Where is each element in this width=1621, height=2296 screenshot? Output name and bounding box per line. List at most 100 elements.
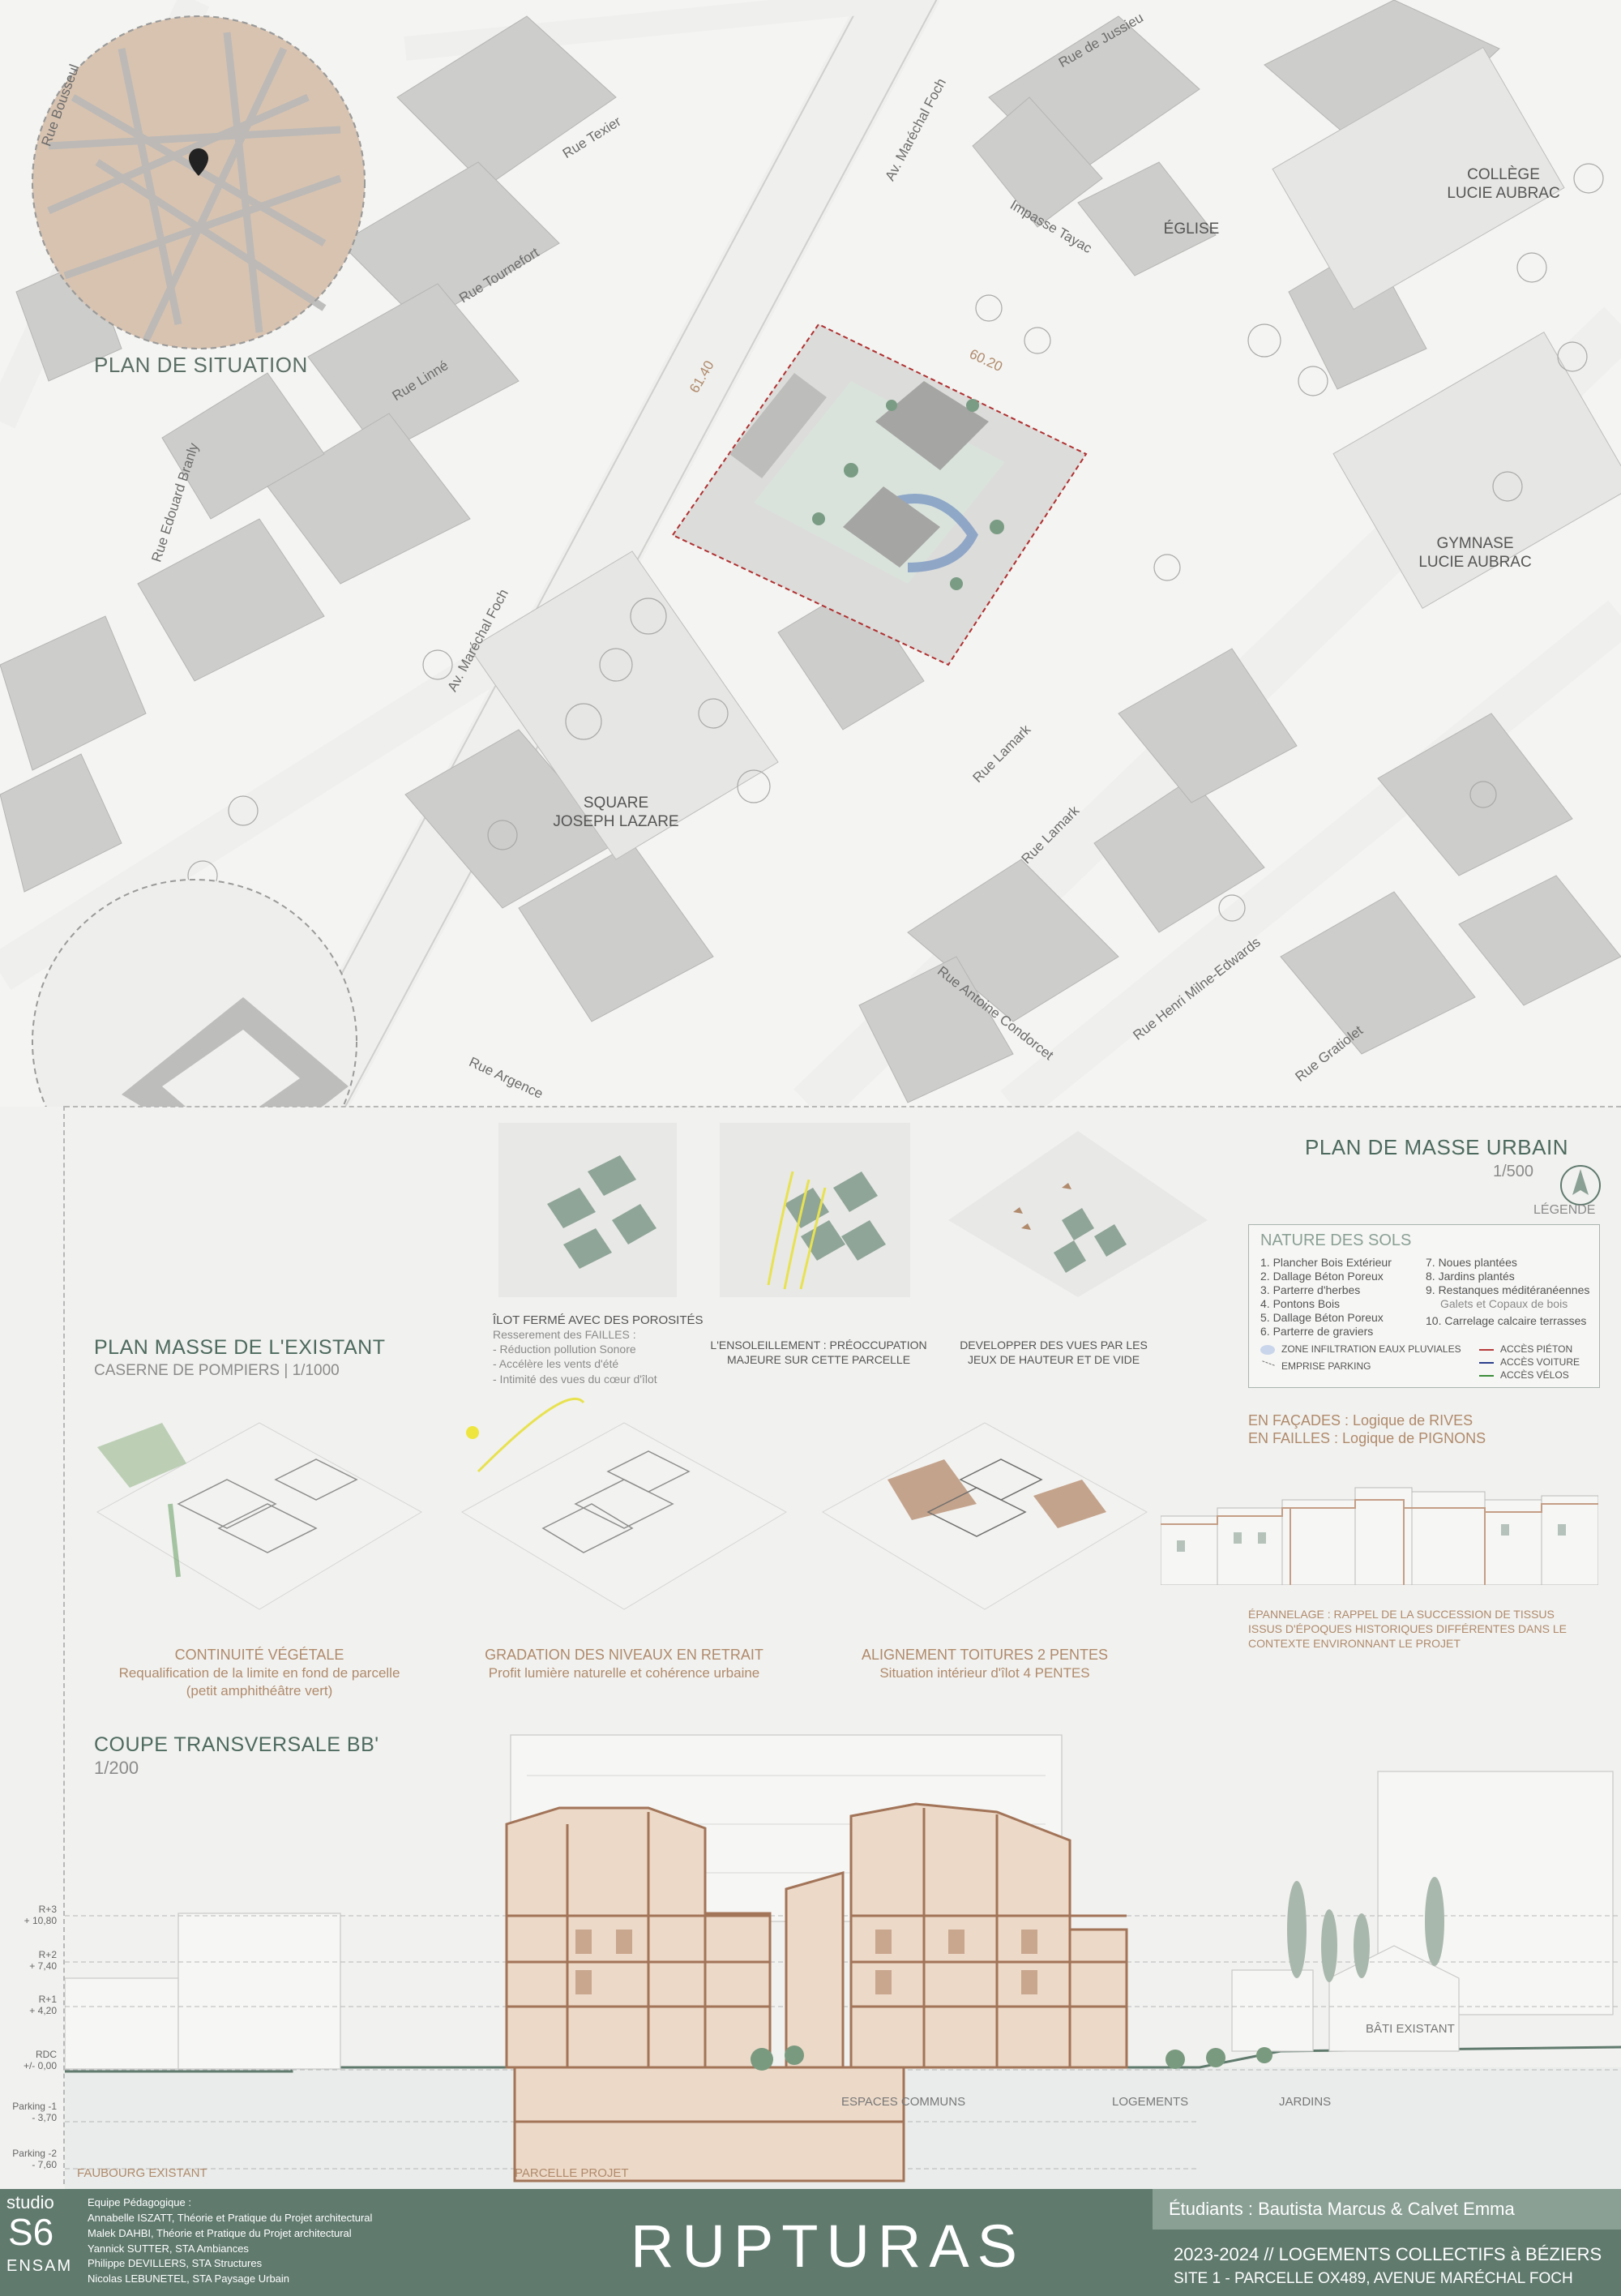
place-square: SQUARE JOSEPH LAZARE <box>553 795 679 830</box>
existing-plan-title: PLAN MASSE DE L'EXISTANT <box>94 1336 386 1359</box>
caption-line: - Intimité des vues du cœur d'îlot <box>493 1372 657 1386</box>
level-name: R+1 <box>38 1994 57 2005</box>
urban-plan-scale: 1/500 <box>1493 1163 1534 1180</box>
caption-line: - Accélère les vents d'été <box>493 1357 619 1371</box>
plan-situation-title: PLAN DE SITUATION <box>94 353 308 377</box>
label-parcelle: PARCELLE PROJET <box>515 2166 629 2180</box>
level-elev: - 7,60 <box>32 2159 57 2171</box>
legend-item: ACCÈS PIÉTON <box>1500 1343 1573 1355</box>
north-arrow-icon <box>1560 1165 1601 1206</box>
caption-line: Requalification de la limite en fond de … <box>118 1665 400 1681</box>
caption-line: DEVELOPPER DES VUES PAR LES <box>960 1339 1148 1351</box>
legend-note: Galets et Copaux de bois <box>1440 1297 1568 1310</box>
axo-caption-2: GRADATION DES NIVEAUX EN RETRAIT Profit … <box>446 1646 802 1682</box>
caption-line: L'ENSOLEILLEMENT : PRÉOCCUPATION <box>710 1339 927 1351</box>
team-member: Yannick SUTTER, STA Ambiances <box>88 2242 249 2255</box>
project-site: SITE 1 - PARCELLE OX489, AVENUE MARÉCHAL… <box>1174 2270 1573 2287</box>
axo-caption-1: CONTINUITÉ VÉGÉTALE Requalification de l… <box>81 1646 438 1701</box>
level-rdc: RDC +/- 0,00 <box>0 2049 57 2072</box>
legend-box: NATURE DES SOLS 1. Plancher Bois Extérie… <box>1248 1224 1600 1388</box>
label-faubourg: FAUBOURG EXISTANT <box>77 2166 207 2180</box>
caption-line: - Réduction pollution Sonore <box>493 1343 636 1356</box>
existing-plan-subtitle: CASERNE DE POMPIERS | 1/1000 <box>94 1362 340 1379</box>
transverse-section <box>65 1734 1621 2189</box>
level-r1: R+1 + 4,20 <box>0 1994 57 2017</box>
legend-item: ZONE INFILTRATION EAUX PLUVIALES <box>1281 1343 1461 1355</box>
diagram-views-caption: DEVELOPPER DES VUES PAR LES JEUX DE HAUT… <box>932 1338 1175 1367</box>
legend-header: NATURE DES SOLS <box>1260 1232 1412 1249</box>
facade-rule-1: EN FAÇADES : Logique de RIVES <box>1248 1412 1473 1429</box>
axo-caption-3: ALIGNEMENT TOITURES 2 PENTES Situation i… <box>806 1646 1163 1682</box>
caption-line: Profit lumière naturelle et cohérence ur… <box>488 1665 760 1681</box>
level-p1: Parking -1- 3,70 <box>0 2101 57 2124</box>
diagram-sun-drawing <box>720 1123 910 1297</box>
level-elev: - 3,70 <box>32 2112 57 2124</box>
sun-icon <box>466 1426 479 1439</box>
level-name: R+2 <box>38 1949 57 1960</box>
team-title: Equipe Pédagogique : <box>88 2196 191 2208</box>
facade-rule-2: EN FAILLES : Logique de PIGNONS <box>1248 1430 1486 1446</box>
label-communs: ESPACES COMMUNS <box>841 2095 966 2109</box>
urban-plan-title: PLAN DE MASSE URBAIN <box>1305 1135 1568 1159</box>
diagram-porosity-drawing <box>498 1123 677 1297</box>
caption-line: Situation intérieur d'îlot 4 PENTES <box>879 1665 1090 1681</box>
facade-elevation <box>1161 1487 1598 1585</box>
level-elev: +/- 0,00 <box>23 2060 57 2072</box>
water-zone-swatch <box>1260 1345 1275 1355</box>
team-member: Malek DAHBI, Théorie et Pratique du Proj… <box>88 2226 352 2239</box>
caption-title: ALIGNEMENT TOITURES 2 PENTES <box>861 1647 1109 1663</box>
arrow-velos-icon <box>1479 1375 1494 1377</box>
caption-line: Resserement des FAILLES : <box>493 1328 636 1341</box>
legend-item: EMPRISE PARKING <box>1281 1360 1371 1372</box>
level-name: Parking -2 <box>12 2148 57 2159</box>
level-name: R+3 <box>38 1904 57 1915</box>
level-elev: + 7,40 <box>29 1960 57 1973</box>
legend-item: 5. Dallage Béton Poreux <box>1260 1311 1384 1324</box>
level-name: RDC <box>36 2049 57 2060</box>
legend-item: 9. Restanques méditéranéennes <box>1426 1283 1590 1296</box>
legend-label: LÉGENDE <box>1533 1203 1596 1217</box>
caption-line: JEUX DE HAUTEUR ET DE VIDE <box>967 1353 1140 1367</box>
arrow-voiture-icon <box>1479 1362 1494 1364</box>
caption-title: CONTINUITÉ VÉGÉTALE <box>174 1647 344 1663</box>
students-names: Étudiants : Bautista Marcus & Calvet Emm… <box>1169 2199 1515 2219</box>
caption-title: GRADATION DES NIVEAUX EN RETRAIT <box>485 1647 763 1663</box>
caption-line: (petit amphithéâtre vert) <box>186 1683 333 1699</box>
axo-roofs <box>821 1422 1148 1610</box>
ensam-logo: ENSAM <box>6 2257 73 2275</box>
team-member: Annabelle ISZATT, Théorie et Pratique du… <box>88 2211 373 2224</box>
place-eglise: ÉGLISE <box>1163 221 1220 238</box>
axo-vegetation <box>96 1422 423 1610</box>
level-elev: + 4,20 <box>29 2005 57 2017</box>
diagram-views <box>932 1123 1224 1297</box>
project-year: 2023-2024 // LOGEMENTS COLLECTIFS à BÉZI… <box>1174 2244 1602 2264</box>
label-logements: LOGEMENTS <box>1112 2095 1189 2109</box>
legend-item: 8. Jardins plantés <box>1426 1270 1515 1283</box>
legend-item: ACCÈS VOITURE <box>1500 1356 1580 1368</box>
studio-number: S6 <box>8 2211 54 2253</box>
caption-line: MAJEURE SUR CETTE PARCELLE <box>726 1353 911 1367</box>
diagram-views-drawing <box>948 1131 1208 1297</box>
axo-gradation <box>460 1397 788 1610</box>
diagram-sun <box>720 1123 910 1297</box>
level-elev: + 10,80 <box>24 1915 57 1927</box>
diagram-porosity <box>498 1123 677 1297</box>
legend-item: 6. Parterre de graviers <box>1260 1325 1374 1338</box>
team-member: Philippe DEVILLERS, STA Structures <box>88 2257 263 2270</box>
label-bati: BÂTI EXISTANT <box>1366 2022 1455 2036</box>
team-member: Nicolas LEBUNETEL, STA Paysage Urbain <box>88 2272 290 2285</box>
diagram-sun-caption: L'ENSOLEILLEMENT : PRÉOCCUPATION MAJEURE… <box>705 1338 932 1367</box>
level-name: Parking -1 <box>12 2101 57 2112</box>
legend-item: 1. Plancher Bois Extérieur <box>1260 1256 1392 1269</box>
legend-item: 10. Carrelage calcaire terrasses <box>1426 1314 1587 1327</box>
legend-item: 4. Pontons Bois <box>1260 1297 1341 1310</box>
section-divider <box>65 1106 1621 1107</box>
caption-title: ÎLOT FERMÉ AVEC DES POROSITÉS <box>493 1313 704 1327</box>
level-r3: R+3 + 10,80 <box>0 1904 57 1927</box>
place-gymnase: GYMNASE LUCIE AUBRAC <box>1418 535 1532 571</box>
footer-bar: studio S6 ENSAM Equipe Pédagogique : Ann… <box>0 2189 1621 2296</box>
label-jardins: JARDINS <box>1279 2095 1332 2109</box>
level-r2: R+2 + 7,40 <box>0 1949 57 1973</box>
place-college: COLLÈGE LUCIE AUBRAC <box>1447 166 1560 202</box>
project-brand: RUPTURAS <box>631 2212 1026 2280</box>
